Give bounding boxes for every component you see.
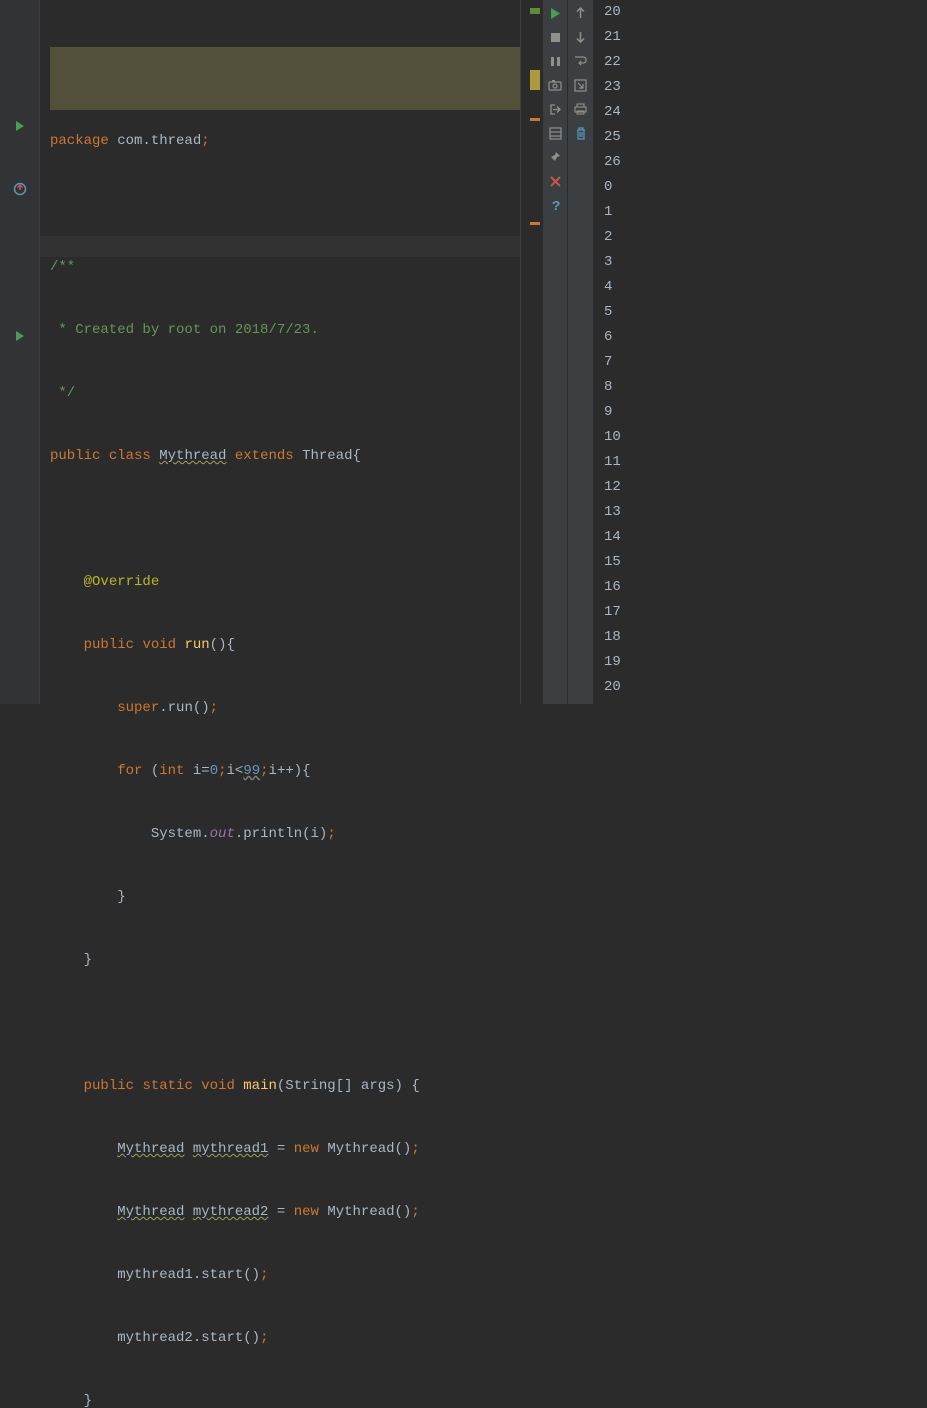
- stop-icon[interactable]: [546, 28, 564, 46]
- console-line: 3: [604, 250, 917, 275]
- svg-text:?: ?: [552, 199, 560, 212]
- console-line: 6: [604, 325, 917, 350]
- console-line: 21: [604, 25, 917, 50]
- console-line: 14: [604, 525, 917, 550]
- keyword-public: public: [84, 637, 134, 653]
- semicolon: ;: [201, 133, 209, 149]
- editor-gutter: [0, 0, 40, 704]
- console-line: 11: [604, 450, 917, 475]
- down-arrow-icon[interactable]: [572, 28, 590, 46]
- method-run: run: [184, 637, 209, 653]
- console-line: 16: [604, 575, 917, 600]
- console-line: 8: [604, 375, 917, 400]
- up-arrow-icon[interactable]: [572, 4, 590, 22]
- keyword-package: package: [50, 133, 109, 149]
- keyword-void: void: [142, 637, 176, 653]
- comment-body: * Created by root on 2018/7/23.: [50, 322, 319, 338]
- keyword-for: for: [117, 763, 142, 779]
- console-line: 7: [604, 350, 917, 375]
- out-field: out: [210, 826, 235, 842]
- scroll-to-end-icon[interactable]: [572, 76, 590, 94]
- brace-open: {: [353, 448, 361, 464]
- console-line: 25: [604, 125, 917, 150]
- run-class-icon[interactable]: [12, 118, 28, 134]
- keyword-extends: extends: [235, 448, 294, 464]
- keyword-public: public: [50, 448, 100, 464]
- exit-icon[interactable]: [546, 100, 564, 118]
- pause-icon[interactable]: [546, 52, 564, 70]
- console-line: 24: [604, 100, 917, 125]
- pin-icon[interactable]: [546, 148, 564, 166]
- print-icon[interactable]: [572, 100, 590, 118]
- console-line: 1: [604, 200, 917, 225]
- comment-close: */: [50, 385, 75, 401]
- console-line: 2: [604, 225, 917, 250]
- annotation-override: @Override: [84, 574, 160, 590]
- var-mythread2: mythread2: [193, 1204, 269, 1220]
- keyword-super: super: [117, 700, 159, 716]
- console-line: 10: [604, 425, 917, 450]
- method-main: main: [243, 1078, 277, 1094]
- console-line: 0: [604, 175, 917, 200]
- run-main-icon[interactable]: [12, 328, 28, 344]
- system-class: System: [151, 826, 201, 842]
- var-mythread1: mythread1: [193, 1141, 269, 1157]
- console-output[interactable]: 2021222324252601234567891011121314151617…: [594, 0, 927, 704]
- package-name: com.thread: [117, 133, 201, 149]
- console-line: 15: [604, 550, 917, 575]
- console-line: 22: [604, 50, 917, 75]
- close-icon[interactable]: [546, 172, 564, 190]
- run-toolbar-col1: ?: [542, 0, 568, 704]
- override-method-icon[interactable]: [12, 181, 28, 197]
- console-line: 23: [604, 75, 917, 100]
- help-icon[interactable]: ?: [546, 196, 564, 214]
- console-line: 20: [604, 675, 917, 700]
- console-line: 26: [604, 150, 917, 175]
- warning-marker-icon[interactable]: [530, 70, 540, 90]
- comment-open: /**: [50, 259, 75, 275]
- soft-wrap-icon[interactable]: [572, 52, 590, 70]
- marker-icon[interactable]: [530, 118, 540, 121]
- run-icon[interactable]: [546, 4, 564, 22]
- console-line: 20: [604, 0, 917, 25]
- parent-class: Thread: [302, 448, 352, 464]
- console-line: 9: [604, 400, 917, 425]
- console-line: 5: [604, 300, 917, 325]
- code-editor[interactable]: package com.thread; /** * Created by roo…: [40, 0, 520, 704]
- console-line: 17: [604, 600, 917, 625]
- layout-icon[interactable]: [546, 124, 564, 142]
- run-toolbar-col2: [568, 0, 594, 704]
- console-line: 4: [604, 275, 917, 300]
- trash-icon[interactable]: [572, 124, 590, 142]
- console-line: 13: [604, 500, 917, 525]
- class-name: Mythread: [159, 448, 226, 464]
- marker-icon[interactable]: [530, 222, 540, 225]
- editor-right-margin[interactable]: [520, 0, 542, 704]
- console-line: 12: [604, 475, 917, 500]
- marker-icon[interactable]: [530, 8, 540, 14]
- camera-icon[interactable]: [546, 76, 564, 94]
- keyword-class: class: [109, 448, 151, 464]
- console-line: 19: [604, 650, 917, 675]
- console-line: 18: [604, 625, 917, 650]
